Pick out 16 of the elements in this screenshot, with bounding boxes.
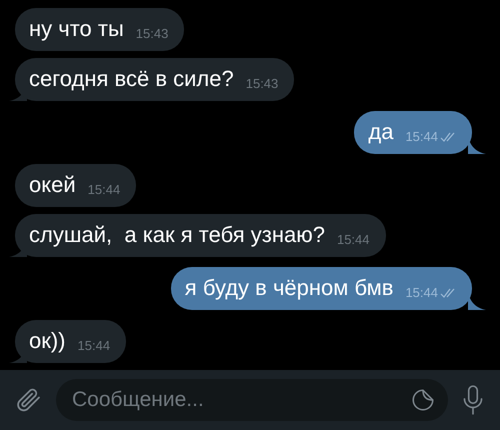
message-time: 15:43 <box>136 26 168 42</box>
message-text: сегодня всё в силе? <box>29 66 234 92</box>
sticker-icon[interactable] <box>410 387 436 413</box>
message-time: 15:44 <box>336 232 370 248</box>
message-text: слушай, а как я тебя узнаю? <box>29 222 325 248</box>
message-text: ок)) <box>29 328 66 354</box>
message-text: да <box>368 119 394 145</box>
message-time: 15:44 <box>78 338 110 354</box>
message-text: ну что ты <box>29 16 124 42</box>
message-time: 15:44 <box>405 129 438 145</box>
message-field[interactable]: Сообщение... <box>56 379 448 421</box>
message-text: я буду в чёрном бмв <box>184 275 394 301</box>
message-text: окей <box>29 172 76 198</box>
message-time: 15:43 <box>246 76 278 92</box>
message-time: 15:44 <box>405 285 438 301</box>
message-time: 15:44 <box>88 182 120 198</box>
